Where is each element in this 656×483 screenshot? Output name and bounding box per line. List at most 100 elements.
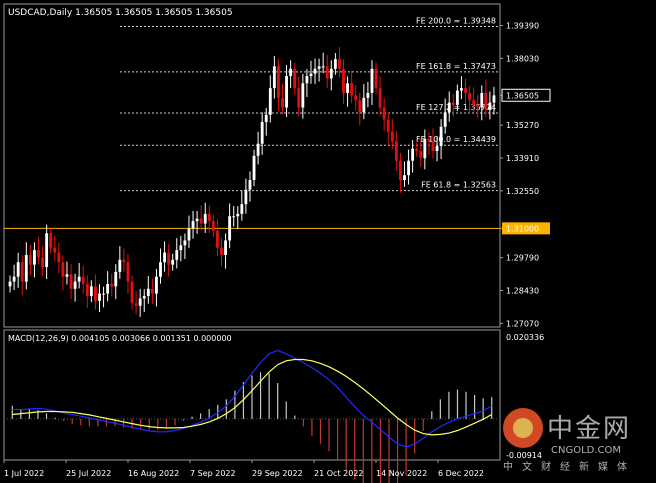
candle-body: [394, 141, 398, 161]
candle-body: [110, 283, 114, 287]
candle-body: [240, 204, 244, 214]
candle-body: [220, 247, 223, 255]
candle-body: [451, 102, 455, 106]
candle-body: [289, 68, 293, 77]
candle-body: [370, 68, 374, 93]
price-axis-label: 1.39390: [506, 22, 539, 31]
candle-body: [333, 59, 337, 69]
candle-body: [390, 131, 394, 142]
candle-body: [20, 262, 24, 282]
candle-body: [146, 288, 150, 297]
candle-body: [244, 189, 248, 205]
candle-body: [98, 293, 101, 301]
fib-level-label: FE 200.0 = 1.39348: [416, 17, 496, 26]
date-axis-label: 16 Aug 2022: [128, 469, 179, 478]
candle-body: [37, 250, 40, 258]
date-axis-label: 7 Sep 2022: [190, 469, 236, 478]
candle-body: [358, 100, 362, 113]
candle-body: [455, 90, 459, 106]
candle-body: [179, 245, 183, 251]
candle-body: [16, 262, 20, 277]
candle-body: [159, 262, 162, 277]
candle-body: [313, 68, 317, 74]
candle-body: [285, 76, 288, 108]
candle-body: [407, 160, 410, 176]
watermark-domain: CNGOLD.COM: [551, 445, 622, 456]
candle-body: [447, 102, 451, 113]
candle-body: [85, 283, 89, 297]
candle-body: [199, 218, 203, 224]
candle-body: [134, 303, 138, 306]
candle-body: [57, 252, 61, 263]
fib-level-label: FE 61.8 = 1.32563: [421, 181, 496, 190]
candle-body: [342, 68, 345, 93]
candle-body: [272, 66, 276, 89]
candle-body: [207, 213, 211, 222]
candle-body: [419, 150, 423, 159]
candle-body: [53, 247, 57, 253]
candle-body: [232, 216, 236, 218]
price-axis-label: 1.28430: [506, 286, 539, 295]
price-axis-label: 1.35270: [506, 121, 539, 130]
watermark: 中金网 CNGOLD.COM 中文财经新媒体: [503, 408, 653, 473]
logo-icon: [503, 408, 543, 448]
candle-body: [236, 213, 240, 217]
axes: 1.39390 1.38030 1.36505 1.35270 1.33910 1.325…: [3, 22, 551, 478]
candle-body: [73, 281, 77, 289]
price-pane: USDCAD,Daily 1.36505 1.36505 1.36505 1.3…: [3, 3, 501, 328]
candle-body: [65, 274, 69, 277]
candle-body: [268, 88, 272, 115]
price-axis-label: 1.29790: [506, 254, 539, 263]
candle-body: [191, 221, 195, 229]
candle-body: [24, 254, 28, 282]
candle-body: [378, 88, 382, 108]
candle-body: [411, 148, 415, 161]
price-axis-label: 1.33910: [506, 154, 539, 163]
candle-body: [183, 240, 187, 246]
candle-body: [77, 276, 81, 282]
candle-body: [12, 276, 16, 282]
candle-body: [329, 68, 333, 79]
date-axis-label: 1 Jul 2022: [4, 469, 44, 478]
candle-body: [317, 66, 321, 69]
candle-body: [155, 276, 158, 294]
candle-body: [256, 143, 260, 156]
date-axis-label: 21 Oct 2022: [314, 469, 363, 478]
macd-axis-top: 0.020336: [506, 333, 544, 342]
candle-body: [427, 138, 431, 142]
candle-body: [403, 175, 406, 181]
candle-body: [114, 271, 118, 287]
price-axis-label: 1.36505: [506, 91, 539, 100]
candle-body: [350, 83, 354, 96]
date-axis-label: 6 Dec 2022: [438, 469, 484, 478]
candle-body: [89, 286, 93, 297]
candle-body: [472, 100, 476, 106]
candle-body: [431, 141, 435, 151]
candle-body: [460, 88, 463, 91]
candle-body: [443, 112, 447, 127]
candle-body: [252, 155, 256, 181]
candle-body: [8, 281, 12, 287]
candle-body: [163, 252, 166, 263]
candle-body: [81, 276, 85, 284]
price-axis-label: 1.27070: [506, 319, 539, 328]
candle-body: [49, 233, 53, 248]
candle-body: [297, 88, 301, 108]
candle-body: [264, 114, 268, 122]
price-axis-label: 1.38030: [506, 54, 539, 63]
date-axis-label: 25 Jul 2022: [66, 469, 111, 478]
candle-body: [281, 97, 284, 108]
level-price-label: 1.31000: [506, 224, 539, 233]
candle-body: [354, 95, 358, 101]
candle-body: [260, 121, 264, 144]
candle-body: [346, 83, 349, 93]
candle-body: [476, 105, 480, 108]
candle-body: [142, 296, 146, 299]
candle-body: [492, 95, 496, 103]
candle-body: [203, 213, 207, 224]
macd-header: MACD(12,26,9) 0.004105 0.003066 0.001351…: [8, 334, 232, 343]
candle-body: [216, 230, 219, 248]
candle-body: [94, 286, 97, 301]
candle-body: [399, 160, 402, 181]
chart-header: USDCAD,Daily 1.36505 1.36505 1.36505 1.3…: [8, 8, 233, 18]
